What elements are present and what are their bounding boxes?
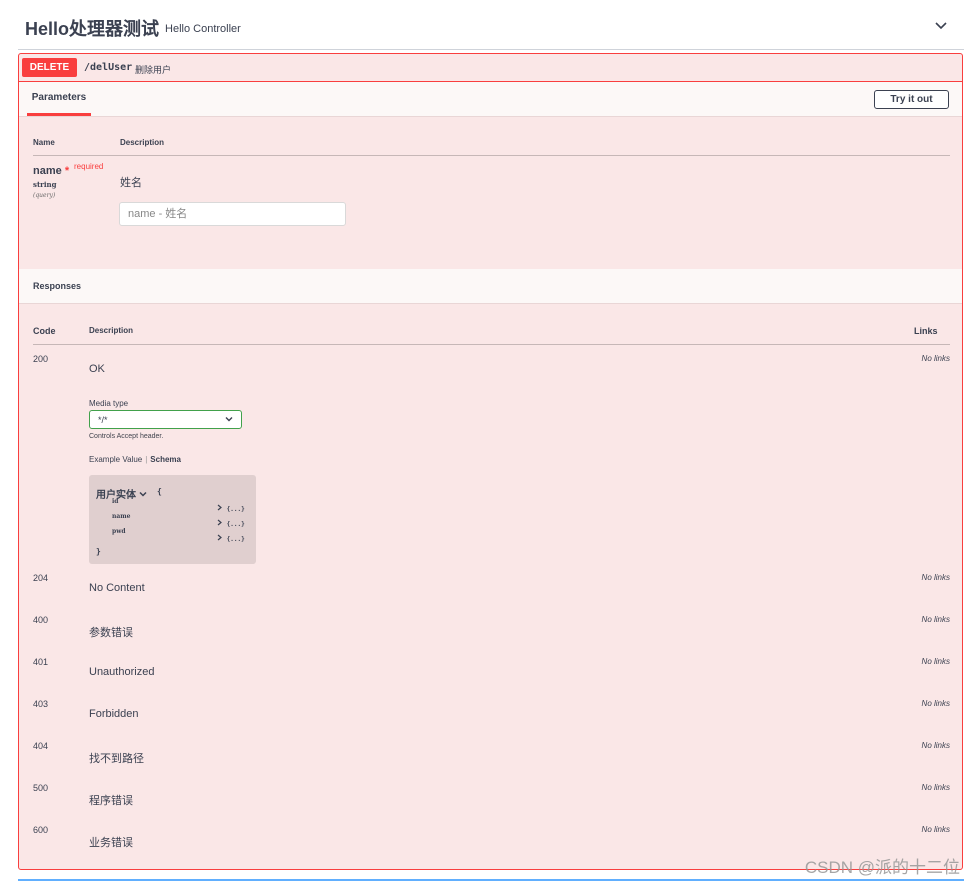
param-col-description: Description [120, 138, 165, 147]
response-code: 204 [33, 573, 49, 583]
response-description: Unauthorized [89, 666, 155, 678]
operation-block: DELETE /delUser 删除用户 Parameters Try it o… [18, 53, 963, 870]
model-prop-expand[interactable]: {...} [217, 504, 245, 513]
response-links: No links [921, 825, 950, 834]
tab-separator: | [145, 455, 148, 464]
response-code: 200 [33, 354, 49, 364]
chevron-down-icon[interactable] [934, 19, 948, 33]
response-description: OK [89, 363, 105, 375]
name-input[interactable] [119, 202, 346, 226]
response-description: Forbidden [89, 708, 139, 720]
param-type: string [33, 180, 57, 189]
chevron-right-icon [217, 519, 222, 526]
response-links: No links [921, 783, 950, 792]
chevron-right-icon [217, 504, 222, 511]
param-location: (query) [33, 192, 56, 199]
response-code: 600 [33, 825, 49, 835]
model-prop-name: id [112, 498, 119, 505]
response-links: No links [921, 354, 950, 363]
media-type-value: */* [98, 414, 108, 425]
next-operation-border [18, 879, 964, 881]
chevron-right-icon [217, 534, 222, 541]
response-links: No links [921, 741, 950, 750]
media-type-select[interactable]: */* [89, 410, 242, 429]
model-prop-expand[interactable]: {...} [217, 534, 245, 543]
media-type-label: Media type [89, 399, 129, 408]
operation-summary-text: 删除用户 [135, 65, 172, 75]
response-code: 400 [33, 615, 49, 625]
param-name: name * [33, 165, 70, 177]
tab-schema[interactable]: Schema [150, 455, 181, 464]
response-description: 找不到路径 [89, 753, 144, 765]
resp-col-description: Description [89, 326, 134, 335]
responses-header: Responses [19, 269, 962, 304]
param-description: 姓名 [120, 177, 142, 189]
tag-header[interactable]: Hello处理器测试 Hello Controller [18, 6, 964, 50]
response-links: No links [921, 573, 950, 582]
parameters-header: Parameters Try it out [19, 82, 962, 117]
model-prop-name: pwd [112, 528, 126, 535]
response-code: 403 [33, 699, 49, 709]
resp-col-links: Links [914, 326, 938, 336]
response-code: 401 [33, 657, 49, 667]
divider [33, 155, 950, 156]
response-description: 程序错误 [89, 795, 133, 807]
response-code: 404 [33, 741, 49, 751]
example-tabs: Example Value | Schema [89, 455, 181, 464]
response-description: 业务错误 [89, 837, 133, 849]
response-description: No Content [89, 582, 145, 594]
controls-accept-text: Controls Accept header. [89, 433, 164, 440]
model-prop-expand[interactable]: {...} [217, 519, 245, 528]
try-it-out-button[interactable]: Try it out [874, 90, 949, 109]
model-prop-name: name [112, 513, 131, 520]
model-title[interactable]: 用户实体 [96, 486, 147, 501]
response-description: 参数错误 [89, 627, 133, 639]
responses-title: Responses [33, 281, 82, 291]
method-badge: DELETE [22, 58, 77, 77]
response-links: No links [921, 615, 950, 624]
tag-title: Hello处理器测试 [25, 18, 160, 39]
tag-description: Hello Controller [165, 23, 241, 35]
model-open-brace: { [157, 487, 162, 496]
operation-path: /delUser [84, 62, 133, 73]
chevron-down-icon [225, 417, 233, 422]
tab-example-value[interactable]: Example Value [89, 455, 142, 464]
resp-col-code: Code [33, 326, 56, 336]
param-required: required [74, 162, 104, 171]
response-links: No links [921, 699, 950, 708]
watermark: CSDN @派的十二位 [804, 858, 960, 877]
schema-model-box: 用户实体 { id {...} name {...} pwd {...} } [89, 475, 256, 564]
operation-summary[interactable]: DELETE /delUser 删除用户 [19, 54, 962, 82]
model-close-brace: } [96, 547, 101, 556]
response-code: 500 [33, 783, 49, 793]
chevron-down-icon [139, 491, 147, 497]
param-col-name: Name [33, 138, 55, 147]
tab-parameters[interactable]: Parameters [27, 82, 91, 116]
divider [33, 344, 950, 345]
response-links: No links [921, 657, 950, 666]
